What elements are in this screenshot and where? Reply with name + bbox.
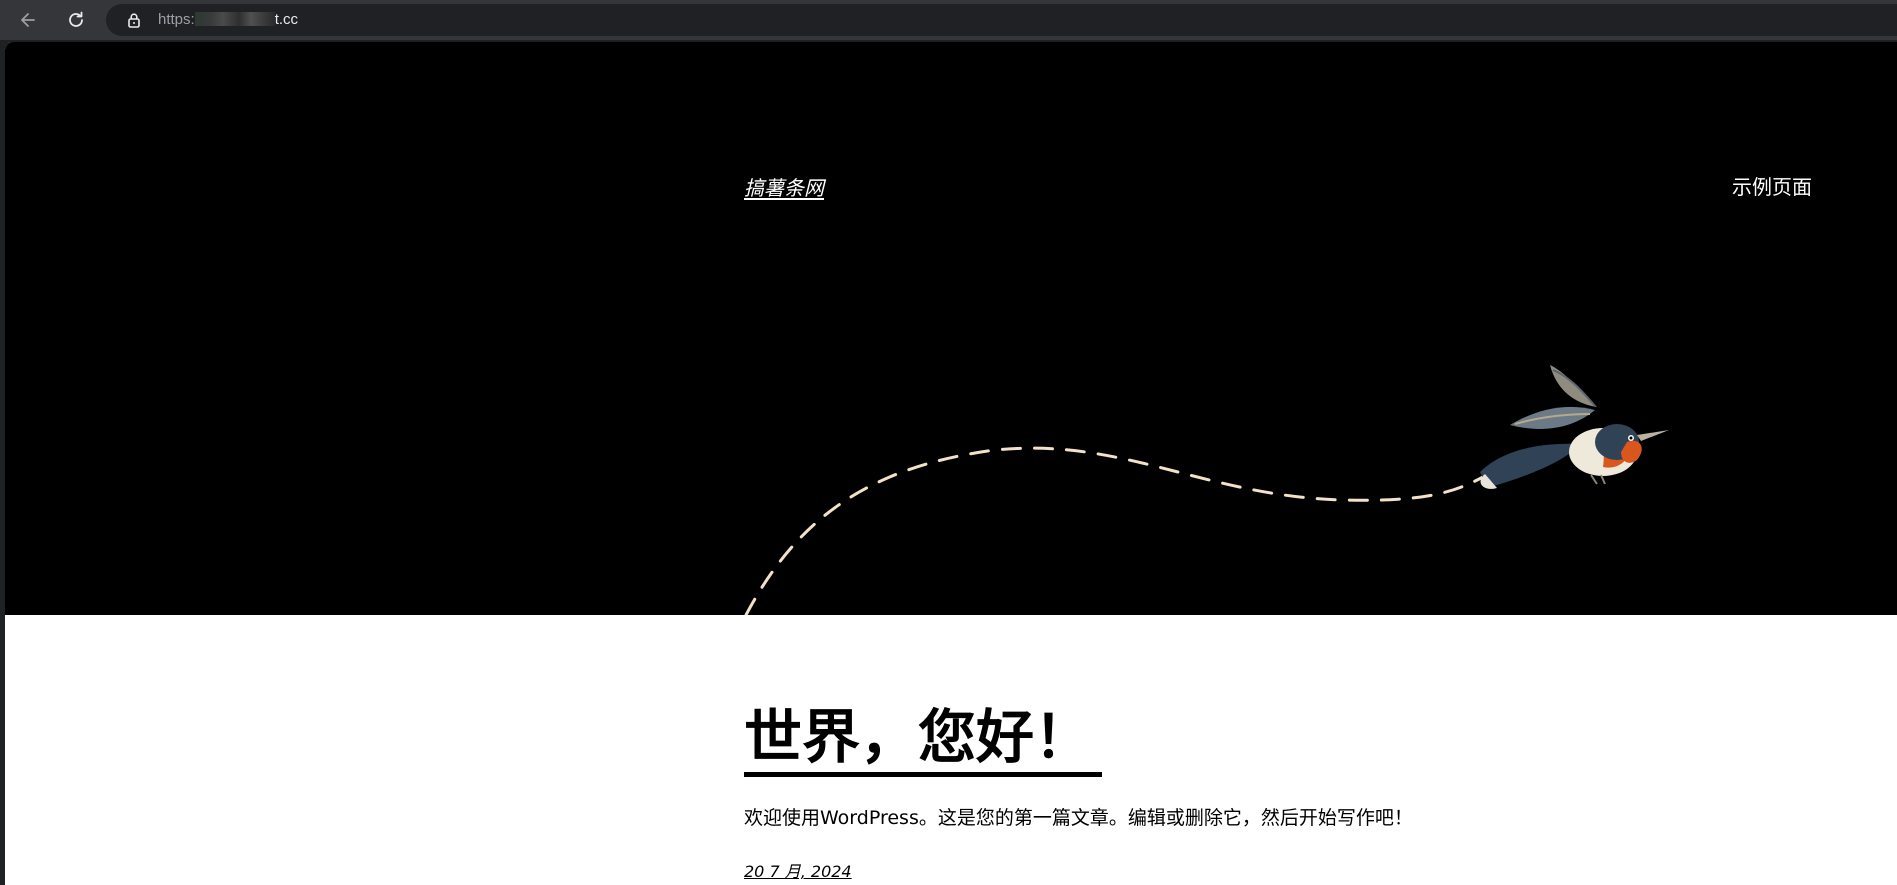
url-redacted-domain: [194, 12, 275, 26]
url-suffix: t.cc: [274, 11, 299, 28]
page-viewport: 搞薯条网 示例页面 世界，您好！ 欢迎使用WordPress。这是您的第一篇文章…: [5, 42, 1897, 885]
post-title[interactable]: 世界，您好！: [744, 702, 1103, 777]
site-title-link[interactable]: 搞薯条网: [744, 172, 824, 201]
url-scheme: https:: [158, 11, 195, 28]
browser-toolbar: https: t.cc: [0, 0, 1897, 40]
post-date-link[interactable]: 20 7 月, 2024: [744, 858, 852, 882]
flight-path-dashed-line: [744, 446, 1485, 615]
bird-icon: [1480, 365, 1669, 489]
reload-button[interactable]: [61, 6, 91, 34]
address-bar[interactable]: https: t.cc: [106, 4, 1897, 36]
back-button[interactable]: [13, 6, 43, 34]
lock-icon[interactable]: [126, 12, 142, 28]
hero-illustration: [744, 365, 1669, 615]
back-arrow-icon: [21, 13, 35, 27]
site-header-hero: 搞薯条网 示例页面: [5, 42, 1897, 615]
reload-icon: [69, 11, 83, 27]
post-excerpt: 欢迎使用WordPress。这是您的第一篇文章。编辑或删除它，然后开始写作吧！: [744, 807, 1413, 829]
url-text[interactable]: https: t.cc: [158, 11, 298, 29]
nav-item-sample-page[interactable]: 示例页面: [1732, 171, 1812, 200]
